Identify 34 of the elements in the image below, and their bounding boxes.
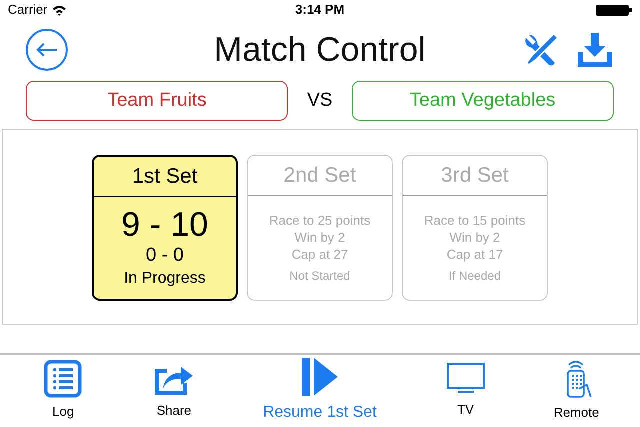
status-time: 3:14 PM [295,1,345,20]
set-status: In Progress [124,269,206,289]
set-rule: Race to 15 points [424,212,526,229]
versus-label: VS [306,88,334,113]
back-arrow-icon [36,42,58,58]
resume-icon [300,357,340,397]
toolbar-button[interactable]: TV [426,362,506,420]
set-title: 3rd Set [441,162,509,189]
set-rule: Cap at 27 [292,246,348,263]
set-score: 9 - 10 [122,206,208,244]
download-button[interactable] [576,31,614,69]
page-title: Match Control [214,30,426,70]
carrier-label: Carrier [8,1,48,20]
back-button[interactable] [26,29,68,71]
set-status: If Needed [448,268,502,284]
toolbar-button[interactable]: Resume 1st Set [244,357,395,425]
set-rule: Race to 25 points [269,212,371,229]
set-title: 2nd Set [284,162,356,189]
set-rule: Win by 2 [294,229,346,246]
set-card[interactable]: 1st Set 9 - 10 0 - 0 In Progress [92,155,238,301]
toolbar-button[interactable]: Log [23,360,104,422]
list-icon [44,360,82,398]
set-rule: Win by 2 [450,229,500,246]
set-title: 1st Set [132,164,198,190]
toolbar-button[interactable]: Remote [536,359,617,423]
download-icon [577,32,613,68]
team-name-field[interactable]: Team Fruits [26,81,288,121]
wifi-icon [52,4,67,16]
set-rule: Cap at 17 [446,246,504,263]
tools-icon [523,32,559,68]
battery-icon [596,4,632,16]
set-status: Not Started [290,268,350,284]
sets-won-score: 0 - 0 [146,244,184,268]
toolbar-button[interactable]: Share [134,361,214,421]
